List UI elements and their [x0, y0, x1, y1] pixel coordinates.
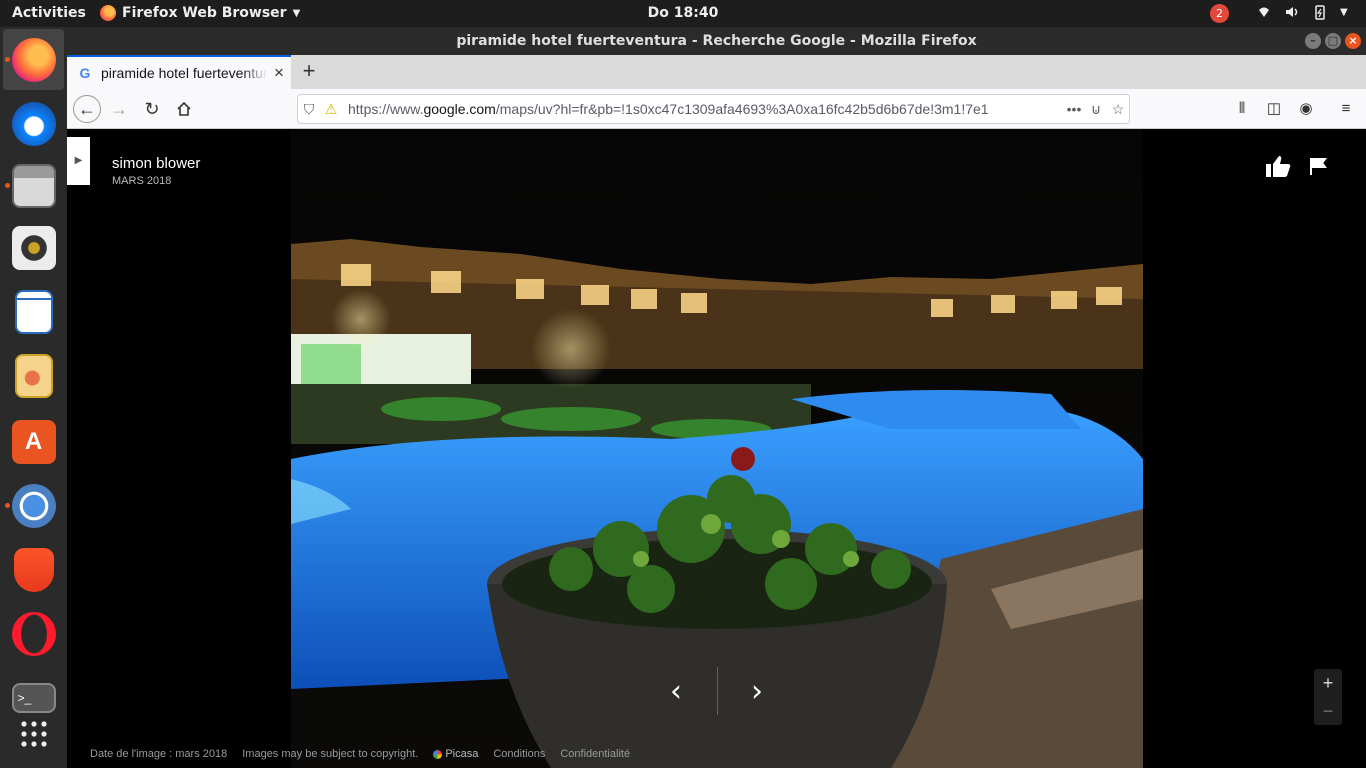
- tracking-protection-shield-icon[interactable]: ⛉: [298, 101, 320, 118]
- home-icon: [177, 101, 191, 116]
- app-menu[interactable]: Firefox Web Browser ▼: [100, 5, 300, 21]
- photo-viewer: ▶ simon blower MARS 2018 ‹ › + − Date de…: [67, 129, 1366, 768]
- hamburger-menu-icon: ≡: [1341, 100, 1351, 117]
- dock-files[interactable]: [3, 155, 64, 216]
- pocket-icon[interactable]: ⊍: [1085, 101, 1107, 118]
- thumbs-up-icon[interactable]: [1265, 155, 1291, 177]
- system-menu-arrow-icon: ▼: [1340, 6, 1348, 18]
- maximize-button[interactable]: □: [1325, 33, 1341, 49]
- sidebar-button[interactable]: ◫: [1263, 98, 1285, 120]
- dropdown-arrow-icon: ▼: [292, 7, 301, 19]
- notification-badge[interactable]: 2: [1210, 4, 1229, 23]
- thunderbird-icon: [11, 101, 56, 146]
- menu-button[interactable]: ≡: [1335, 98, 1357, 120]
- dock-firefox[interactable]: [3, 29, 64, 90]
- library-button[interactable]: ⫴: [1231, 98, 1253, 120]
- dock-libreoffice-impress[interactable]: [3, 345, 64, 406]
- software-store-icon: A: [11, 419, 56, 464]
- dock-chromium[interactable]: [3, 475, 64, 536]
- page-actions-icon[interactable]: •••: [1063, 101, 1085, 117]
- dock-thunderbird[interactable]: [3, 93, 64, 154]
- chevron-right-icon: ›: [751, 674, 763, 709]
- gnome-top-bar: Activities Firefox Web Browser ▼ Do 18:4…: [0, 0, 1366, 27]
- zoom-control: + −: [1314, 669, 1342, 725]
- copyright-text: Images may be subject to copyright.: [242, 748, 419, 760]
- rhythmbox-icon: [11, 225, 56, 270]
- home-button[interactable]: [170, 95, 198, 123]
- library-icon: ⫴: [1238, 100, 1246, 117]
- expand-caret-icon: ▶: [74, 155, 83, 166]
- forward-arrow-icon: →: [110, 98, 128, 119]
- insecure-lock-warning-icon[interactable]: ⚠: [320, 101, 342, 118]
- battery-icon: [1315, 5, 1325, 20]
- sidebar-icon: ◫: [1266, 100, 1282, 117]
- window-title: piramide hotel fuerteventura - Recherche…: [456, 33, 977, 49]
- picasa-link[interactable]: Picasa: [433, 748, 478, 760]
- app-menu-label: Firefox Web Browser: [122, 5, 287, 21]
- forward-button[interactable]: →: [105, 95, 133, 123]
- app-grid-icon: [20, 720, 47, 747]
- navigation-toolbar: ← → ↻ ⛉ ⚠ https://www.google.com/maps/uv…: [67, 89, 1366, 129]
- tab-bar: G piramide hotel fuerteventura - Recherc…: [67, 55, 1366, 89]
- tab-google-search[interactable]: G piramide hotel fuerteventura - Recherc…: [67, 55, 291, 89]
- viewer-footer: Date de l'image : mars 2018 Images may b…: [90, 748, 630, 760]
- show-applications-button[interactable]: [3, 703, 64, 764]
- new-tab-button[interactable]: +: [297, 59, 321, 83]
- window-title-bar: piramide hotel fuerteventura - Recherche…: [67, 27, 1366, 55]
- dock-opera[interactable]: [3, 603, 64, 664]
- photo-author[interactable]: simon blower: [112, 155, 200, 172]
- url-text[interactable]: https://www.google.com/maps/uv?hl=fr&pb=…: [348, 101, 1063, 117]
- url-bar[interactable]: ⛉ ⚠ https://www.google.com/maps/uv?hl=fr…: [297, 94, 1130, 124]
- conditions-link[interactable]: Conditions: [493, 748, 545, 760]
- zoom-out-button[interactable]: −: [1314, 697, 1342, 725]
- back-arrow-icon: ←: [78, 98, 96, 119]
- back-button[interactable]: ←: [73, 95, 101, 123]
- opera-icon: [11, 611, 56, 656]
- chromium-icon: [11, 483, 56, 528]
- chevron-left-icon: ‹: [670, 674, 682, 709]
- nav-divider: [717, 667, 718, 715]
- google-favicon-icon: G: [79, 65, 91, 81]
- firefox-icon: [100, 5, 116, 21]
- dock-rhythmbox[interactable]: [3, 217, 64, 278]
- previous-photo-button[interactable]: ‹: [661, 674, 691, 710]
- minimize-button[interactable]: –: [1305, 33, 1321, 49]
- writer-icon: [14, 289, 53, 334]
- files-icon: [11, 163, 56, 208]
- bookmark-star-icon[interactable]: ☆: [1107, 101, 1129, 118]
- system-tray[interactable]: ▼: [1256, 4, 1348, 20]
- activities-button[interactable]: Activities: [12, 5, 86, 21]
- report-flag-icon[interactable]: [1309, 157, 1327, 175]
- photo-date: MARS 2018: [112, 175, 172, 187]
- next-photo-button[interactable]: ›: [742, 674, 772, 710]
- reload-icon: ↻: [144, 98, 160, 119]
- dock-ubuntu-software[interactable]: A: [3, 411, 64, 472]
- picasa-icon: [433, 749, 443, 759]
- impress-icon: [14, 353, 53, 398]
- wifi-icon: [1259, 7, 1269, 17]
- dock-brave[interactable]: [3, 539, 64, 600]
- image-date-text: Date de l'image : mars 2018: [90, 748, 228, 760]
- close-window-button[interactable]: ×: [1345, 33, 1361, 49]
- clock[interactable]: Do 18:40: [648, 5, 719, 21]
- brave-lion-icon: [13, 547, 54, 592]
- privacy-link[interactable]: Confidentialité: [560, 748, 630, 760]
- close-tab-icon[interactable]: ×: [267, 63, 291, 83]
- reload-button[interactable]: ↻: [138, 95, 166, 123]
- tab-title: piramide hotel fuerteventura - Recherche…: [101, 65, 267, 81]
- ubuntu-dock: A >_: [0, 27, 67, 768]
- sidebar-expand-button[interactable]: ▶: [67, 137, 90, 185]
- zoom-in-button[interactable]: +: [1314, 669, 1342, 697]
- account-icon: ◉: [1299, 100, 1313, 117]
- account-button[interactable]: ◉: [1295, 98, 1317, 120]
- dock-libreoffice-writer[interactable]: [3, 281, 64, 342]
- firefox-icon: [11, 37, 56, 82]
- volume-icon: [1286, 7, 1298, 17]
